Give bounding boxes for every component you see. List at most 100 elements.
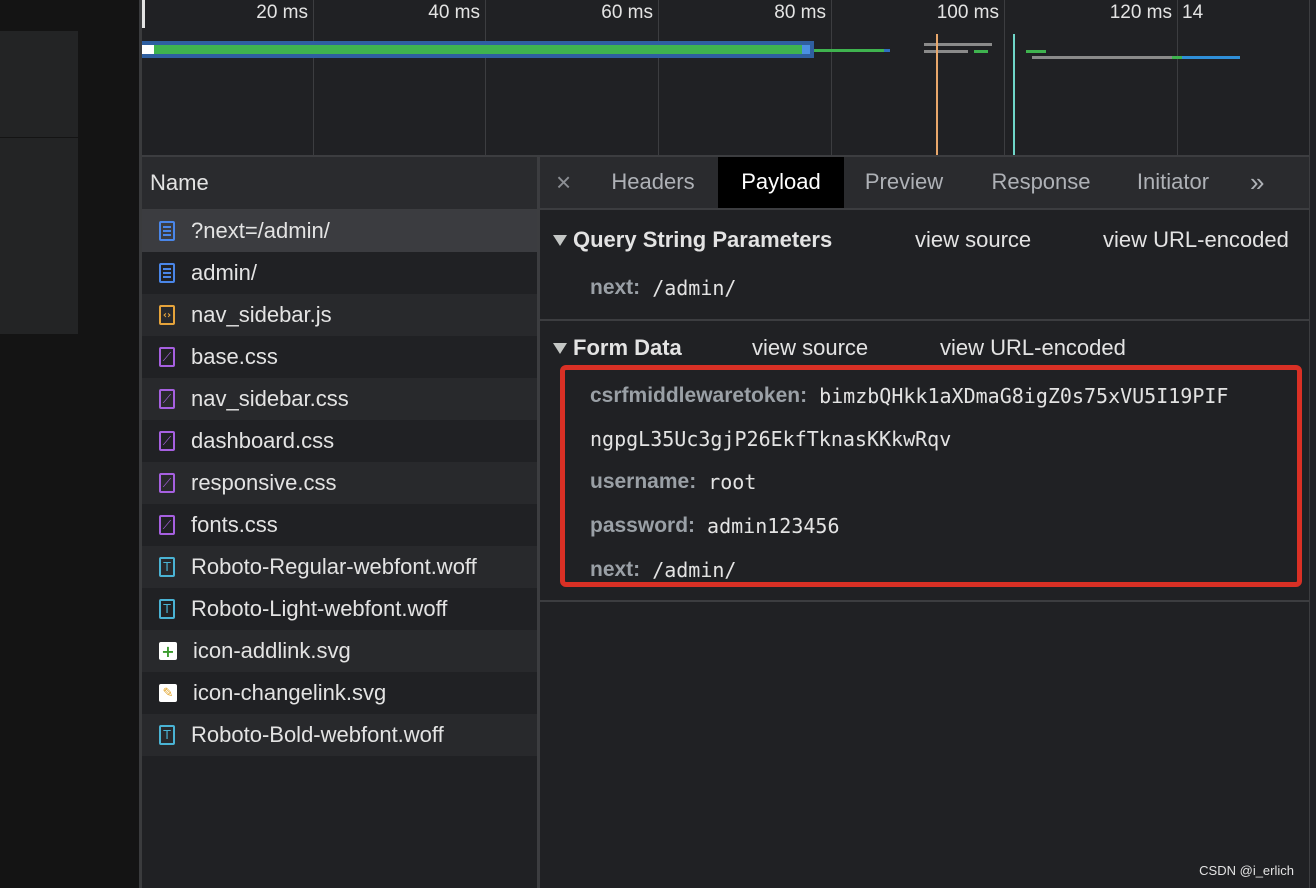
request-row[interactable]: + icon-addlink.svg bbox=[142, 630, 537, 672]
request-name: icon-addlink.svg bbox=[193, 638, 351, 663]
dom-content-loaded-marker bbox=[936, 34, 938, 155]
request-row[interactable]: ⟋ nav_sidebar.css bbox=[142, 378, 537, 420]
image-add-icon: + bbox=[159, 642, 177, 661]
more-tabs-icon[interactable]: » bbox=[1250, 157, 1264, 207]
timeline-gridline bbox=[485, 0, 486, 155]
request-row[interactable]: T Roboto-Regular-webfont.woff bbox=[142, 546, 537, 588]
timeline-gridline bbox=[313, 0, 314, 155]
timeline-bar bbox=[884, 49, 890, 52]
timeline-tick-label: 40 ms bbox=[428, 2, 480, 23]
request-row[interactable]: ⟋ responsive.css bbox=[142, 462, 537, 504]
timeline-request-bar-end bbox=[802, 45, 810, 54]
stylesheet-icon: ⟋ bbox=[159, 431, 175, 451]
timeline-bar bbox=[924, 50, 968, 53]
request-row[interactable]: ✎ icon-changelink.svg bbox=[142, 672, 537, 714]
query-param: next: /admin/ bbox=[590, 268, 736, 308]
tab-payload[interactable]: Payload bbox=[718, 157, 844, 208]
timeline-bar bbox=[1032, 56, 1172, 59]
left-sidebar-strip bbox=[0, 0, 139, 888]
tab-response[interactable]: Response bbox=[980, 157, 1102, 208]
request-row[interactable]: ⟋ dashboard.css bbox=[142, 420, 537, 462]
collapse-triangle-icon bbox=[553, 234, 567, 246]
timeline-request-bar-start bbox=[142, 45, 154, 54]
request-row[interactable]: ⟋ fonts.css bbox=[142, 504, 537, 546]
request-list-panel: Name ?next=/admin/ admin/ ‹› nav_sidebar.… bbox=[142, 157, 540, 888]
timeline-tick-label: 14 bbox=[1182, 2, 1204, 23]
query-view-source-link[interactable]: view source bbox=[915, 227, 1031, 253]
timeline-bar bbox=[1182, 56, 1240, 59]
request-detail-panel: × Headers Payload Preview Response Initi… bbox=[540, 157, 1310, 888]
request-row[interactable]: T Roboto-Light-webfont.woff bbox=[142, 588, 537, 630]
font-icon: T bbox=[159, 725, 175, 745]
script-icon: ‹› bbox=[159, 305, 175, 325]
collapse-triangle-icon bbox=[553, 342, 567, 354]
query-view-url-encoded-link[interactable]: view URL-encoded bbox=[1103, 227, 1289, 253]
document-icon bbox=[159, 263, 175, 283]
detail-tab-bar: × Headers Payload Preview Response Initi… bbox=[540, 157, 1310, 210]
request-name: nav_sidebar.css bbox=[191, 386, 349, 411]
tab-initiator[interactable]: Initiator bbox=[1125, 157, 1221, 208]
query-section-title: Query String Parameters bbox=[573, 227, 833, 252]
highlight-box bbox=[560, 365, 1302, 587]
request-name: Roboto-Bold-webfont.woff bbox=[191, 722, 444, 747]
request-name: responsive.css bbox=[191, 470, 337, 495]
request-row[interactable]: ?next=/admin/ bbox=[142, 210, 537, 252]
request-name: ?next=/admin/ bbox=[191, 218, 330, 243]
request-name: icon-changelink.svg bbox=[193, 680, 387, 705]
timeline-bar bbox=[1172, 56, 1182, 59]
timeline-bar bbox=[974, 50, 988, 53]
request-row[interactable]: T Roboto-Bold-webfont.woff bbox=[142, 714, 537, 756]
timeline-tick-label: 80 ms bbox=[774, 2, 826, 23]
request-name: dashboard.css bbox=[191, 428, 335, 453]
section-divider bbox=[540, 600, 1310, 602]
form-view-url-encoded-link[interactable]: view URL-encoded bbox=[940, 335, 1126, 361]
request-name: Roboto-Regular-webfont.woff bbox=[191, 554, 477, 579]
form-view-source-link[interactable]: view source bbox=[752, 335, 868, 361]
left-strip-block bbox=[0, 138, 78, 334]
param-key: next: bbox=[590, 276, 641, 299]
timeline-cursor bbox=[142, 0, 145, 28]
left-strip-block bbox=[0, 31, 78, 137]
query-section-header[interactable]: Query String Parameters view source view… bbox=[540, 220, 1310, 260]
image-edit-icon: ✎ bbox=[159, 684, 177, 702]
font-icon: T bbox=[159, 599, 175, 619]
timeline-bar bbox=[924, 43, 992, 46]
request-name: nav_sidebar.js bbox=[191, 302, 332, 327]
timeline-tick-label: 120 ms bbox=[1109, 2, 1172, 23]
document-icon bbox=[159, 221, 175, 241]
stylesheet-icon: ⟋ bbox=[159, 347, 175, 367]
timeline-request-bar-fill bbox=[154, 45, 808, 54]
tab-preview[interactable]: Preview bbox=[854, 157, 954, 208]
window-edge bbox=[1309, 0, 1316, 888]
name-column-header[interactable]: Name bbox=[142, 157, 537, 210]
request-row[interactable]: ‹› nav_sidebar.js bbox=[142, 294, 537, 336]
watermark: CSDN @i_erlich bbox=[1199, 863, 1294, 878]
form-section-header[interactable]: Form Data view source view URL-encoded bbox=[540, 328, 1310, 368]
load-marker bbox=[1013, 34, 1015, 155]
timeline-gridline bbox=[831, 0, 832, 155]
request-name: base.css bbox=[191, 344, 278, 369]
request-name: admin/ bbox=[191, 260, 258, 285]
close-icon[interactable]: × bbox=[556, 157, 571, 207]
form-section-title: Form Data bbox=[573, 335, 682, 360]
stylesheet-icon: ⟋ bbox=[159, 389, 175, 409]
timeline-gridline bbox=[1177, 0, 1178, 155]
request-name: Roboto-Light-webfont.woff bbox=[191, 596, 448, 621]
timeline-tick-label: 100 ms bbox=[936, 2, 999, 23]
network-timeline[interactable]: 20 ms 40 ms 60 ms 80 ms 100 ms 120 ms 14 bbox=[142, 0, 1316, 157]
timeline-gridline bbox=[1004, 0, 1005, 155]
timeline-gridline bbox=[658, 0, 659, 155]
request-row[interactable]: admin/ bbox=[142, 252, 537, 294]
stylesheet-icon: ⟋ bbox=[159, 515, 175, 535]
param-value: /admin/ bbox=[652, 276, 737, 300]
timeline-bar bbox=[1026, 50, 1046, 53]
timeline-tick-label: 20 ms bbox=[256, 2, 308, 23]
timeline-bar bbox=[814, 49, 884, 52]
tab-headers[interactable]: Headers bbox=[597, 157, 709, 208]
section-divider bbox=[540, 319, 1310, 321]
timeline-tick-label: 60 ms bbox=[601, 2, 653, 23]
request-name: fonts.css bbox=[191, 512, 278, 537]
stylesheet-icon: ⟋ bbox=[159, 473, 175, 493]
font-icon: T bbox=[159, 557, 175, 577]
request-row[interactable]: ⟋ base.css bbox=[142, 336, 537, 378]
